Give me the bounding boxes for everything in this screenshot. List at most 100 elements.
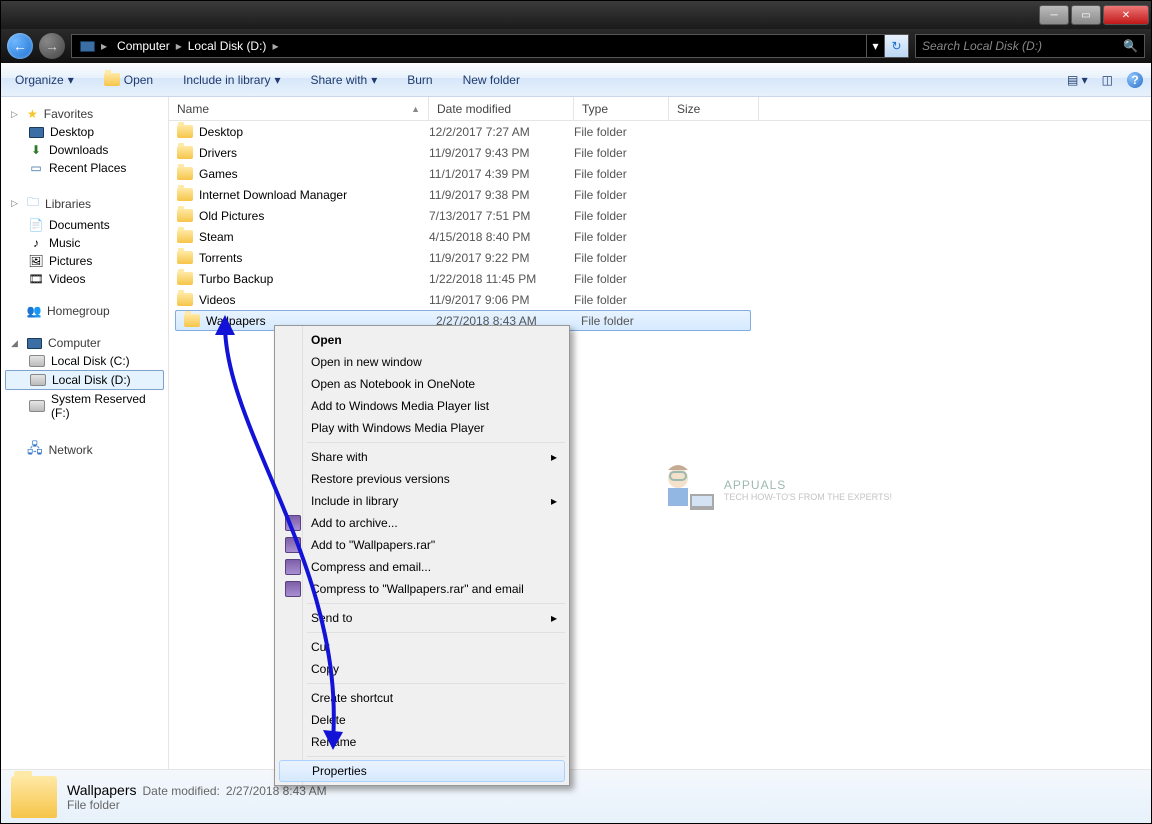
crumb-computer[interactable]: Computer	[113, 35, 174, 57]
ctx-onenote[interactable]: Open as Notebook in OneNote	[279, 373, 565, 395]
recent-icon: ▭	[29, 161, 43, 175]
help-button[interactable]: ?	[1127, 72, 1143, 88]
file-row[interactable]: Videos11/9/2017 9:06 PMFile folder	[169, 289, 1151, 310]
folder-icon	[177, 293, 193, 306]
computer-section[interactable]: ◢Computer	[1, 334, 168, 352]
file-type: File folder	[574, 125, 669, 139]
context-menu: Open Open in new window Open as Notebook…	[274, 325, 570, 786]
maximize-button[interactable]: ▭	[1071, 5, 1101, 25]
ctx-restore-versions[interactable]: Restore previous versions	[279, 468, 565, 490]
libraries-section[interactable]: ▷🗀Libraries	[1, 191, 168, 216]
network-icon: 🖧	[27, 438, 43, 462]
winrar-icon	[285, 537, 301, 553]
file-date: 1/22/2018 11:45 PM	[429, 272, 574, 286]
ctx-create-shortcut[interactable]: Create shortcut	[279, 687, 565, 709]
homegroup-icon: 👥	[27, 304, 41, 318]
file-date: 11/1/2017 4:39 PM	[429, 167, 574, 181]
nav-desktop[interactable]: Desktop	[1, 123, 168, 141]
ctx-send-to[interactable]: Send to▸	[279, 607, 565, 629]
ctx-open[interactable]: Open	[279, 329, 565, 351]
nav-drive-c[interactable]: Local Disk (C:)	[1, 352, 168, 370]
minimize-button[interactable]: ─	[1039, 5, 1069, 25]
nav-music[interactable]: ♪Music	[1, 234, 168, 252]
organize-button[interactable]: Organize ▾	[9, 70, 80, 90]
network-section[interactable]: ▷🖧Network	[1, 436, 168, 464]
ctx-wmp-play[interactable]: Play with Windows Media Player	[279, 417, 565, 439]
ctx-delete[interactable]: Delete	[279, 709, 565, 731]
titlebar: ─ ▭ ✕	[1, 1, 1151, 29]
file-date: 4/15/2018 8:40 PM	[429, 230, 574, 244]
file-row[interactable]: Old Pictures7/13/2017 7:51 PMFile folder	[169, 205, 1151, 226]
file-date: 11/9/2017 9:38 PM	[429, 188, 574, 202]
nav-recent-places[interactable]: ▭Recent Places	[1, 159, 168, 177]
share-with-button[interactable]: Share with ▾	[305, 70, 384, 90]
details-title: Wallpapers	[67, 782, 137, 798]
new-folder-button[interactable]: New folder	[457, 70, 526, 90]
file-row[interactable]: Games11/1/2017 4:39 PMFile folder	[169, 163, 1151, 184]
watermark: APPUALS TECH HOW-TO'S FROM THE EXPERTS!	[648, 460, 892, 520]
ctx-compress-rar-email[interactable]: Compress to "Wallpapers.rar" and email	[279, 578, 565, 600]
ctx-copy[interactable]: Copy	[279, 658, 565, 680]
file-date: 11/9/2017 9:06 PM	[429, 293, 574, 307]
nav-documents[interactable]: 📄Documents	[1, 216, 168, 234]
favorites-section[interactable]: ▷★Favorites	[1, 105, 168, 123]
file-row[interactable]: Turbo Backup1/22/2018 11:45 PMFile folde…	[169, 268, 1151, 289]
ctx-include-library[interactable]: Include in library▸	[279, 490, 565, 512]
ctx-wmp-add[interactable]: Add to Windows Media Player list	[279, 395, 565, 417]
file-date: 11/9/2017 9:43 PM	[429, 146, 574, 160]
ctx-rename[interactable]: Rename	[279, 731, 565, 753]
refresh-button[interactable]: ↻	[884, 35, 908, 57]
ctx-open-new-window[interactable]: Open in new window	[279, 351, 565, 373]
chevron-down-icon: ▾	[371, 73, 377, 87]
homegroup-section[interactable]: ▷👥Homegroup	[1, 302, 168, 320]
search-input[interactable]: Search Local Disk (D:) 🔍	[915, 34, 1145, 58]
file-date: 12/2/2017 7:27 AM	[429, 125, 574, 139]
include-library-button[interactable]: Include in library ▾	[177, 70, 286, 90]
file-row[interactable]: Torrents11/9/2017 9:22 PMFile folder	[169, 247, 1151, 268]
file-type: File folder	[574, 167, 669, 181]
nav-pictures[interactable]: 🖼Pictures	[1, 252, 168, 270]
details-type: File folder	[67, 798, 327, 812]
file-row[interactable]: Internet Download Manager11/9/2017 9:38 …	[169, 184, 1151, 205]
burn-button[interactable]: Burn	[401, 70, 438, 90]
ctx-add-rar[interactable]: Add to "Wallpapers.rar"	[279, 534, 565, 556]
nav-downloads[interactable]: ⬇Downloads	[1, 141, 168, 159]
nav-drive-d[interactable]: Local Disk (D:)	[5, 370, 164, 390]
nav-drive-f[interactable]: System Reserved (F:)	[1, 390, 168, 422]
folder-icon	[177, 125, 193, 138]
file-date: 7/13/2017 7:51 PM	[429, 209, 574, 223]
ctx-cut[interactable]: Cut	[279, 636, 565, 658]
col-name[interactable]: Name▲	[169, 97, 429, 120]
column-headers: Name▲ Date modified Type Size	[169, 97, 1151, 121]
pictures-icon: 🖼	[29, 254, 43, 268]
file-row[interactable]: Desktop 12/2/2017 7:27 AMFile folder	[169, 121, 1151, 142]
folder-icon	[184, 314, 200, 327]
ctx-add-archive[interactable]: Add to archive...	[279, 512, 565, 534]
address-bar[interactable]: ▸ Computer▸ Local Disk (D:)▸ ▾ ↻	[71, 34, 909, 58]
ctx-share-with[interactable]: Share with▸	[279, 446, 565, 468]
preview-pane-button[interactable]: ◫	[1102, 73, 1113, 87]
search-icon: 🔍	[1123, 39, 1138, 53]
folder-icon	[177, 167, 193, 180]
chevron-down-icon: ▾	[274, 73, 280, 87]
ctx-compress-email[interactable]: Compress and email...	[279, 556, 565, 578]
col-type[interactable]: Type	[574, 97, 669, 120]
crumb-drive[interactable]: Local Disk (D:)	[184, 35, 271, 57]
file-type: File folder	[581, 314, 676, 328]
address-dropdown[interactable]: ▾	[866, 35, 884, 57]
open-button[interactable]: Open	[98, 70, 159, 90]
col-date[interactable]: Date modified	[429, 97, 574, 120]
file-row[interactable]: Drivers11/9/2017 9:43 PMFile folder	[169, 142, 1151, 163]
file-row[interactable]: Steam4/15/2018 8:40 PMFile folder	[169, 226, 1151, 247]
close-button[interactable]: ✕	[1103, 5, 1149, 25]
nav-videos[interactable]: 🎞Videos	[1, 270, 168, 288]
ctx-properties[interactable]: Properties	[279, 760, 565, 782]
view-options-button[interactable]: ▤ ▾	[1067, 73, 1088, 87]
back-button[interactable]: ←	[7, 33, 33, 59]
col-size[interactable]: Size	[669, 97, 759, 120]
file-name: Desktop	[199, 125, 243, 139]
forward-button[interactable]: →	[39, 33, 65, 59]
details-meta-label: Date modified:	[143, 784, 220, 798]
drive-icon	[29, 400, 45, 412]
file-type: File folder	[574, 272, 669, 286]
